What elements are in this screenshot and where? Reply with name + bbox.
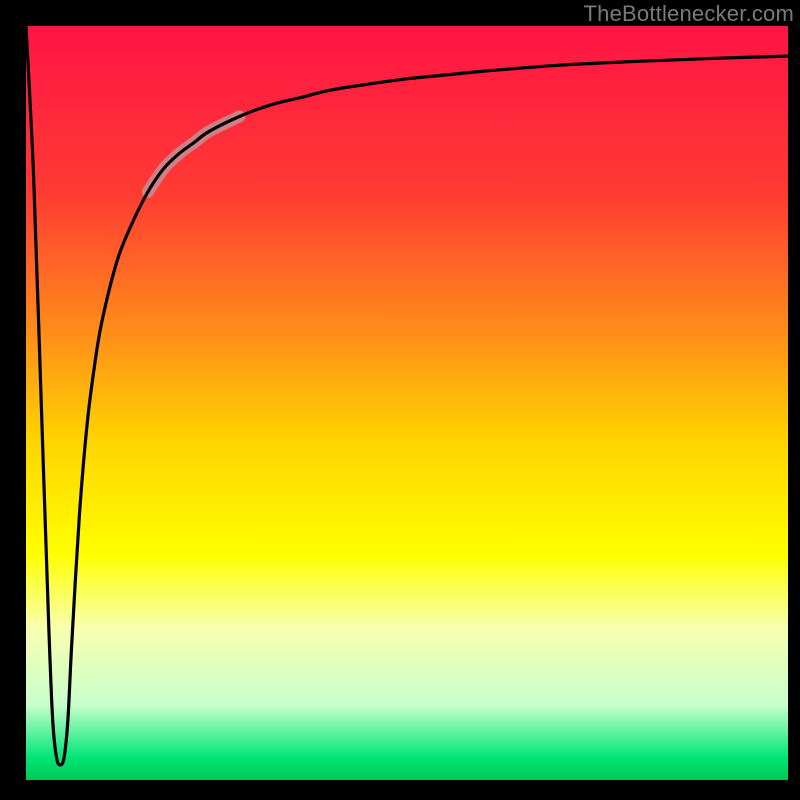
chart-stage: TheBottlenecker.com (0, 0, 800, 800)
bottleneck-chart (0, 0, 800, 800)
plot-background (26, 26, 788, 780)
watermark-text: TheBottlenecker.com (584, 1, 794, 27)
